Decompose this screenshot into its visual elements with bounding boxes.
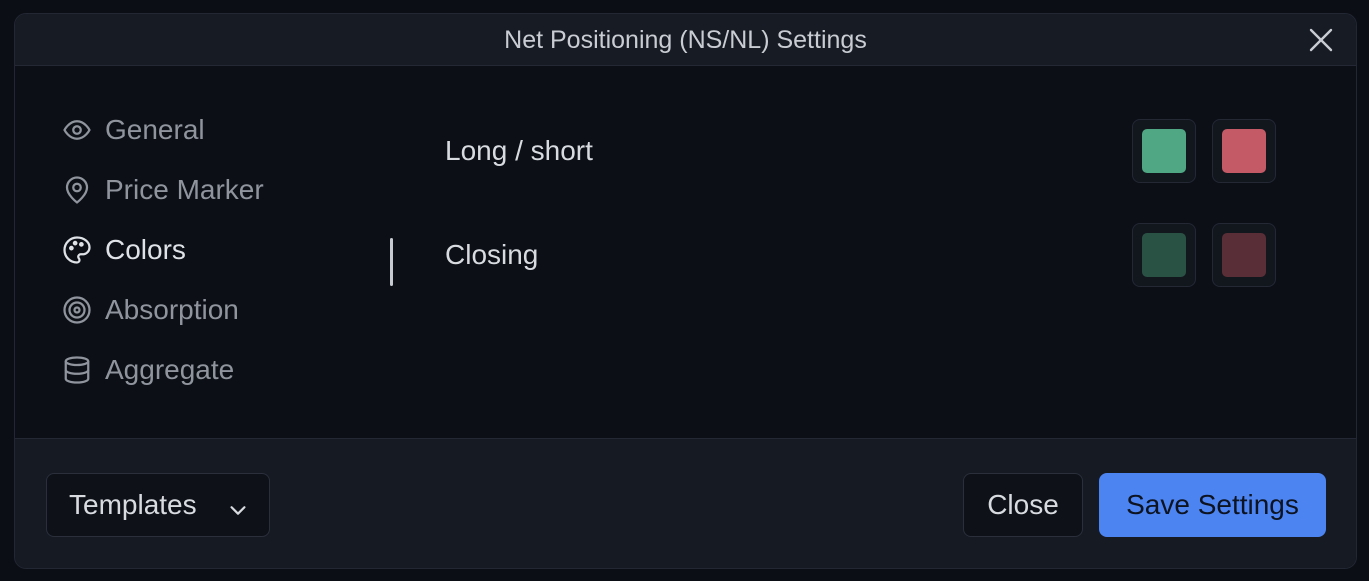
target-icon bbox=[61, 294, 93, 326]
dialog-footer: Templates Close Save Settings bbox=[15, 438, 1356, 568]
dialog-titlebar: Net Positioning (NS/NL) Settings bbox=[15, 14, 1356, 66]
map-pin-icon bbox=[61, 174, 93, 206]
long-color-picker[interactable] bbox=[1132, 119, 1196, 183]
closing-short-color-picker[interactable] bbox=[1212, 223, 1276, 287]
eye-icon bbox=[61, 114, 93, 146]
close-icon[interactable] bbox=[1308, 27, 1334, 53]
short-color-picker[interactable] bbox=[1212, 119, 1276, 183]
color-swatch bbox=[1142, 233, 1186, 277]
dialog-title: Net Positioning (NS/NL) Settings bbox=[504, 26, 867, 54]
sidebar-item-label: General bbox=[105, 114, 205, 145]
settings-dialog: Net Positioning (NS/NL) Settings General… bbox=[14, 13, 1357, 569]
swatch-group bbox=[1132, 223, 1276, 287]
colors-panel: Long / short Closing bbox=[445, 119, 1276, 327]
sidebar-item-absorption[interactable]: Absorption bbox=[61, 280, 361, 340]
color-row-long-short: Long / short bbox=[445, 119, 1276, 183]
templates-label: Templates bbox=[69, 489, 197, 520]
row-label: Long / short bbox=[445, 135, 593, 166]
color-row-closing: Closing bbox=[445, 223, 1276, 287]
sidebar-item-general[interactable]: General bbox=[61, 100, 361, 160]
color-swatch bbox=[1222, 129, 1266, 173]
sidebar-item-colors[interactable]: Colors bbox=[61, 220, 361, 280]
save-settings-button[interactable]: Save Settings bbox=[1099, 473, 1326, 537]
color-swatch bbox=[1222, 233, 1266, 277]
color-swatch bbox=[1142, 129, 1186, 173]
database-icon bbox=[61, 354, 93, 386]
sidebar-item-label: Aggregate bbox=[105, 354, 235, 385]
palette-icon bbox=[61, 234, 93, 266]
close-button[interactable]: Close bbox=[963, 473, 1083, 537]
row-label: Closing bbox=[445, 239, 539, 270]
chevron-down-icon bbox=[227, 496, 249, 518]
sidebar-item-label: Absorption bbox=[105, 294, 239, 325]
sidebar-item-price-marker[interactable]: Price Marker bbox=[61, 160, 361, 220]
sidebar-item-label: Colors bbox=[105, 234, 186, 265]
closing-long-color-picker[interactable] bbox=[1132, 223, 1196, 287]
active-section-indicator bbox=[390, 238, 393, 286]
sidebar-item-aggregate[interactable]: Aggregate bbox=[61, 340, 361, 400]
sidebar-item-label: Price Marker bbox=[105, 174, 264, 205]
swatch-group bbox=[1132, 119, 1276, 183]
templates-dropdown[interactable]: Templates bbox=[46, 473, 270, 537]
settings-sidebar: General Price Marker Colors Absorption A… bbox=[61, 100, 361, 400]
